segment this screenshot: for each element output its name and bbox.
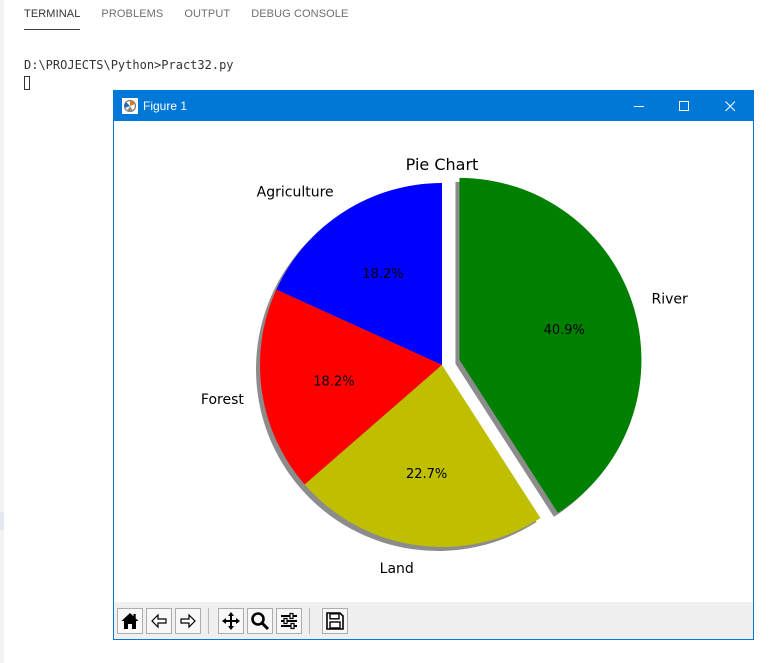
configure-subplots-icon [281,612,297,630]
tab-problems[interactable]: PROBLEMS [101,0,163,30]
home-icon [121,613,139,629]
tab-debug-console[interactable]: DEBUG CONSOLE [251,0,348,30]
forward-button[interactable] [175,608,201,634]
zoom-icon [251,612,270,631]
tab-output[interactable]: OUTPUT [184,0,230,30]
minimize-icon [634,106,644,107]
slice-label-agriculture: Agriculture [257,185,334,201]
save-icon [326,612,344,630]
slice-label-river: River [652,291,689,307]
title-bar[interactable]: Figure 1 [114,91,753,121]
figure-canvas[interactable]: Pie Chart 18.2% Agriculture 18.2% Forest 22.… [114,121,753,602]
slice-label-land: Land [380,561,414,577]
window-title: Figure 1 [143,99,188,113]
configure-subplots-button[interactable] [276,608,302,634]
forward-icon [180,613,196,629]
pan-button[interactable] [218,608,244,634]
slice-percent-label: 18.2% [313,375,354,390]
back-icon [151,613,167,629]
panel-tabs: TERMINAL PROBLEMS OUTPUT DEBUG CONSOLE [24,0,369,30]
slice-percent-label: 40.9% [544,323,585,338]
slice-label-forest: Forest [201,392,244,408]
editor-edge-marker [0,512,4,530]
pie-chart: Pie Chart 18.2% Agriculture 18.2% Forest 22.… [201,155,689,577]
figure-window[interactable]: Figure 1 Pie Chart 18.2% Agriculture 18.2%… [113,90,754,640]
toolbar-separator [309,608,310,634]
navigation-toolbar [114,602,753,639]
toolbar-separator [208,608,209,634]
terminal-command-line[interactable]: D:\PROJECTS\Python>Pract32.py [24,58,234,72]
close-icon [725,101,736,112]
maximize-button[interactable] [662,91,707,121]
editor-edge [0,0,4,663]
pan-icon [222,612,240,630]
home-button[interactable] [117,608,143,634]
back-button[interactable] [146,608,172,634]
maximize-icon [679,101,689,111]
close-button[interactable] [708,91,753,121]
chart-title: Pie Chart [406,155,479,174]
terminal-cursor [24,76,30,90]
slice-percent-label: 22.7% [406,467,447,482]
zoom-button[interactable] [247,608,273,634]
save-button[interactable] [322,608,348,634]
tab-terminal[interactable]: TERMINAL [24,0,81,30]
minimize-button[interactable] [617,91,662,121]
slice-percent-label: 18.2% [362,267,403,282]
matplotlib-icon [122,98,138,114]
